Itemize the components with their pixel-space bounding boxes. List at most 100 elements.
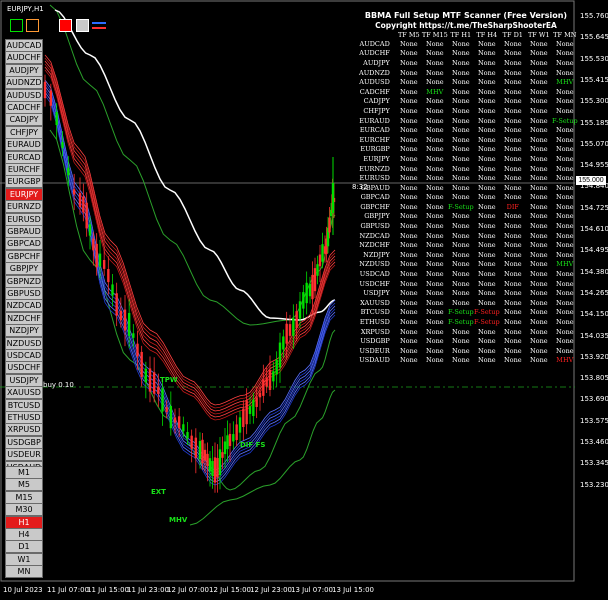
symbol-button-cadchf[interactable]: CADCHF — [5, 101, 43, 114]
candle-body — [127, 312, 131, 336]
symbol-button-gbpchf[interactable]: GBPCHF — [5, 249, 43, 263]
scanner-cell: None — [555, 39, 574, 48]
scanner-cell: None — [451, 222, 470, 231]
symbol-button-gbpcad[interactable]: GBPCAD — [5, 237, 43, 251]
symbol-button-eurcad[interactable]: EURCAD — [5, 150, 43, 164]
grey-color-box[interactable] — [76, 19, 89, 32]
scanner-cell: None — [555, 183, 574, 192]
candle-body — [119, 310, 123, 321]
candle-body — [282, 336, 285, 350]
symbol-button-eurgbp[interactable]: EURGBP — [5, 175, 43, 189]
scanner-row: EURGBP None None None None None None None — [359, 145, 578, 155]
scanner-symbol: EURCAD — [359, 126, 390, 135]
scanner-cell: None — [477, 279, 496, 288]
candle-body — [182, 424, 185, 432]
scanner-cell: F-Setup — [447, 202, 474, 211]
scanner-row: XAUUSD None None None None None None None — [359, 298, 578, 308]
symbol-button-nzdcad[interactable]: NZDCAD — [5, 299, 43, 313]
scanner-cell: None — [399, 308, 418, 317]
timeframe-button-m5[interactable]: M5 — [5, 478, 43, 492]
scanner-cell: None — [425, 116, 444, 125]
symbol-button-usdgbp[interactable]: USDGBP — [5, 435, 43, 449]
scanner-row: EURCAD None None None None None None None — [359, 125, 578, 135]
symbol-button-audnzd[interactable]: AUDNZD — [5, 76, 43, 90]
candle-body — [85, 202, 88, 229]
bollinger-lower-band-2 — [189, 389, 336, 526]
scanner-symbol: AUDCAD — [359, 39, 390, 48]
symbol-button-usdjpy[interactable]: USDJPY — [5, 373, 43, 387]
scanner-cell: None — [503, 270, 522, 279]
scanner-symbol: USDCHF — [359, 279, 390, 288]
scanner-cell: None — [503, 231, 522, 240]
scanner-cell: None — [451, 145, 470, 154]
scanner-cell: None — [529, 202, 548, 211]
bear-color-box[interactable] — [59, 19, 72, 32]
symbol-button-xrpusd[interactable]: XRPUSD — [5, 423, 43, 437]
symbol-button-gbpusd[interactable]: GBPUSD — [5, 287, 43, 300]
buy-order-label[interactable]: buy 0.10 — [43, 381, 74, 389]
scanner-cell: None — [399, 58, 418, 67]
symbol-button-audusd[interactable]: AUDUSD — [5, 88, 43, 102]
red-ma-line — [44, 57, 336, 409]
scanner-cell: None — [425, 154, 444, 163]
symbol-button-eurnzd[interactable]: EURNZD — [5, 200, 43, 214]
timeframe-button-w1[interactable]: W1 — [5, 552, 43, 566]
scanner-cell: None — [529, 106, 548, 115]
price-axis-label: 153.805 — [580, 374, 608, 383]
scanner-cell: None — [451, 183, 470, 192]
timeframe-button-d1[interactable]: D1 — [5, 540, 43, 554]
scanner-symbol: NZDUSD — [359, 260, 390, 269]
timeframe-button-mn[interactable]: MN — [5, 565, 43, 579]
symbol-button-euraud[interactable]: EURAUD — [5, 138, 43, 152]
symbol-button-xauusd[interactable]: XAUUSD — [5, 386, 43, 400]
scanner-cell: None — [555, 327, 574, 336]
scanner-cell: None — [425, 106, 444, 115]
bull-color-box[interactable] — [10, 19, 23, 32]
symbol-button-btcusd[interactable]: BTCUSD — [5, 398, 43, 412]
scanner-cell: None — [399, 135, 418, 144]
neutral-color-box[interactable] — [26, 19, 39, 32]
scanner-cell: None — [529, 58, 548, 67]
symbol-button-cadjpy[interactable]: CADJPY — [5, 113, 43, 127]
scanner-row: CADJPY None None None None None None None — [359, 97, 578, 107]
symbol-button-usdcad[interactable]: USDCAD — [5, 349, 43, 362]
symbol-button-nzdjpy[interactable]: NZDJPY — [5, 324, 43, 338]
symbol-button-gbpaud[interactable]: GBPAUD — [5, 225, 43, 238]
scanner-cell: None — [477, 356, 496, 365]
candle-body — [272, 371, 275, 382]
line-color-box[interactable] — [92, 19, 106, 31]
scanner-cell: None — [503, 260, 522, 269]
scanner-cell: None — [425, 337, 444, 346]
scanner-symbol: BTCUSD — [360, 308, 390, 317]
symbol-button-eurjpy[interactable]: EURJPY — [5, 187, 43, 201]
symbol-button-gbpnzd[interactable]: GBPNZD — [5, 274, 43, 288]
symbol-button-usdeur[interactable]: USDEUR — [5, 448, 43, 462]
timeframe-button-h4[interactable]: H4 — [5, 528, 43, 541]
symbol-button-ethusd[interactable]: ETHUSD — [5, 411, 43, 424]
timeframe-button-h1[interactable]: H1 — [5, 515, 43, 529]
scanner-cell: None — [529, 337, 548, 346]
symbol-button-gbpjpy[interactable]: GBPJPY — [5, 262, 43, 276]
symbol-button-usdchf[interactable]: USDCHF — [5, 361, 43, 375]
timeframe-button-m1[interactable]: M1 — [5, 466, 43, 479]
timeframe-button-m30[interactable]: M30 — [5, 503, 43, 517]
scanner-cell: None — [477, 298, 496, 307]
symbol-button-nzdchf[interactable]: NZDCHF — [5, 311, 43, 325]
symbol-button-eurusd[interactable]: EURUSD — [5, 212, 43, 226]
price-axis-label: 154.725 — [580, 203, 608, 212]
symbol-button-audcad[interactable]: AUDCAD — [5, 39, 43, 52]
scanner-cell: F-Setup — [473, 318, 500, 327]
scanner-header-tf-mn: TF MN — [553, 31, 577, 39]
price-axis-label: 154.150 — [580, 310, 608, 319]
symbol-button-eurchf[interactable]: EURCHF — [5, 163, 43, 176]
symbol-button-chfjpy[interactable]: CHFJPY — [5, 125, 43, 139]
timeframe-button-m15[interactable]: M15 — [5, 490, 43, 504]
symbol-button-audchf[interactable]: AUDCHF — [5, 51, 43, 65]
candle-body — [92, 238, 95, 251]
scanner-header-tf-h1: TF H1 — [450, 31, 472, 39]
symbol-button-nzdusd[interactable]: NZDUSD — [5, 336, 43, 350]
time-axis-label: 11 Jul 23:00 — [127, 586, 169, 594]
chart-title: EURJPY,H1 — [7, 5, 44, 13]
symbol-button-audjpy[interactable]: AUDJPY — [5, 63, 43, 77]
candle-body — [140, 351, 143, 377]
